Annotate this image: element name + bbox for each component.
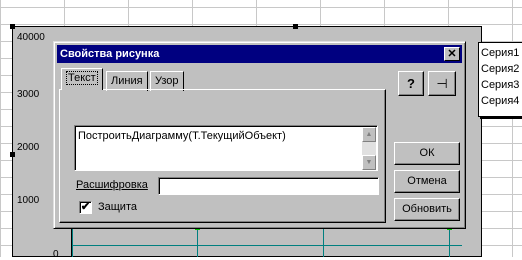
legend-item: Серия2 <box>481 63 520 75</box>
scroll-up-button[interactable]: ▲ <box>362 127 376 142</box>
pin-button[interactable]: ⊣ <box>428 71 456 96</box>
gridline <box>72 226 73 257</box>
tab-text[interactable]: Текст <box>61 68 103 90</box>
formula-textarea[interactable]: ПостроитьДиаграмму(Т.ТекущийОбъект) ▲ ▼ <box>74 125 378 171</box>
decoding-label: Расшифровка <box>76 179 148 191</box>
help-button[interactable]: ? <box>398 71 424 96</box>
formula-text: ПостроитьДиаграмму(Т.ТекущийОбъект) <box>78 130 286 142</box>
selection-handle[interactable] <box>10 24 15 29</box>
gridline <box>323 226 324 257</box>
refresh-button[interactable]: Обновить <box>394 198 460 221</box>
selection-handle[interactable] <box>293 24 298 29</box>
legend-item: Серия4 <box>481 95 520 107</box>
help-icon: ? <box>407 76 415 91</box>
ok-button[interactable]: ОК <box>394 142 460 165</box>
dialog-titlebar[interactable]: Свойства рисунка ✕ <box>57 45 462 63</box>
dialog-title: Свойства рисунка <box>60 48 160 60</box>
tab-label: Линия <box>111 75 143 87</box>
tab-panel: ПостроитьДиаграмму(Т.ТекущийОбъект) ▲ ▼ … <box>59 89 386 223</box>
check-icon: ✔ <box>80 201 91 213</box>
cancel-button[interactable]: Отмена <box>394 170 460 193</box>
protection-label: Защита <box>98 201 137 213</box>
chart-legend: Серия1 Серия2 Серия3 Серия4 <box>478 42 522 117</box>
series-line <box>72 245 462 246</box>
gridline <box>449 226 450 257</box>
tab-line[interactable]: Линия <box>106 71 148 91</box>
tab-label: Узор <box>155 75 179 87</box>
tab-label: Текст <box>66 71 98 85</box>
legend-item: Серия1 <box>481 47 520 59</box>
close-icon: ✕ <box>447 48 457 60</box>
legend-item: Серия3 <box>481 79 520 91</box>
decoding-input[interactable] <box>158 177 379 195</box>
close-button[interactable]: ✕ <box>444 47 460 61</box>
gridline <box>197 226 198 257</box>
tab-pattern[interactable]: Узор <box>150 71 184 91</box>
scrollbar-track[interactable] <box>362 142 376 156</box>
pin-icon: ⊣ <box>436 76 448 91</box>
picture-properties-dialog: Свойства рисунка ✕ Текст Линия Узор Пост… <box>53 41 466 229</box>
scroll-down-button[interactable]: ▼ <box>362 155 376 170</box>
protection-checkbox[interactable]: ✔ <box>79 201 92 214</box>
selection-handle[interactable] <box>10 152 15 157</box>
